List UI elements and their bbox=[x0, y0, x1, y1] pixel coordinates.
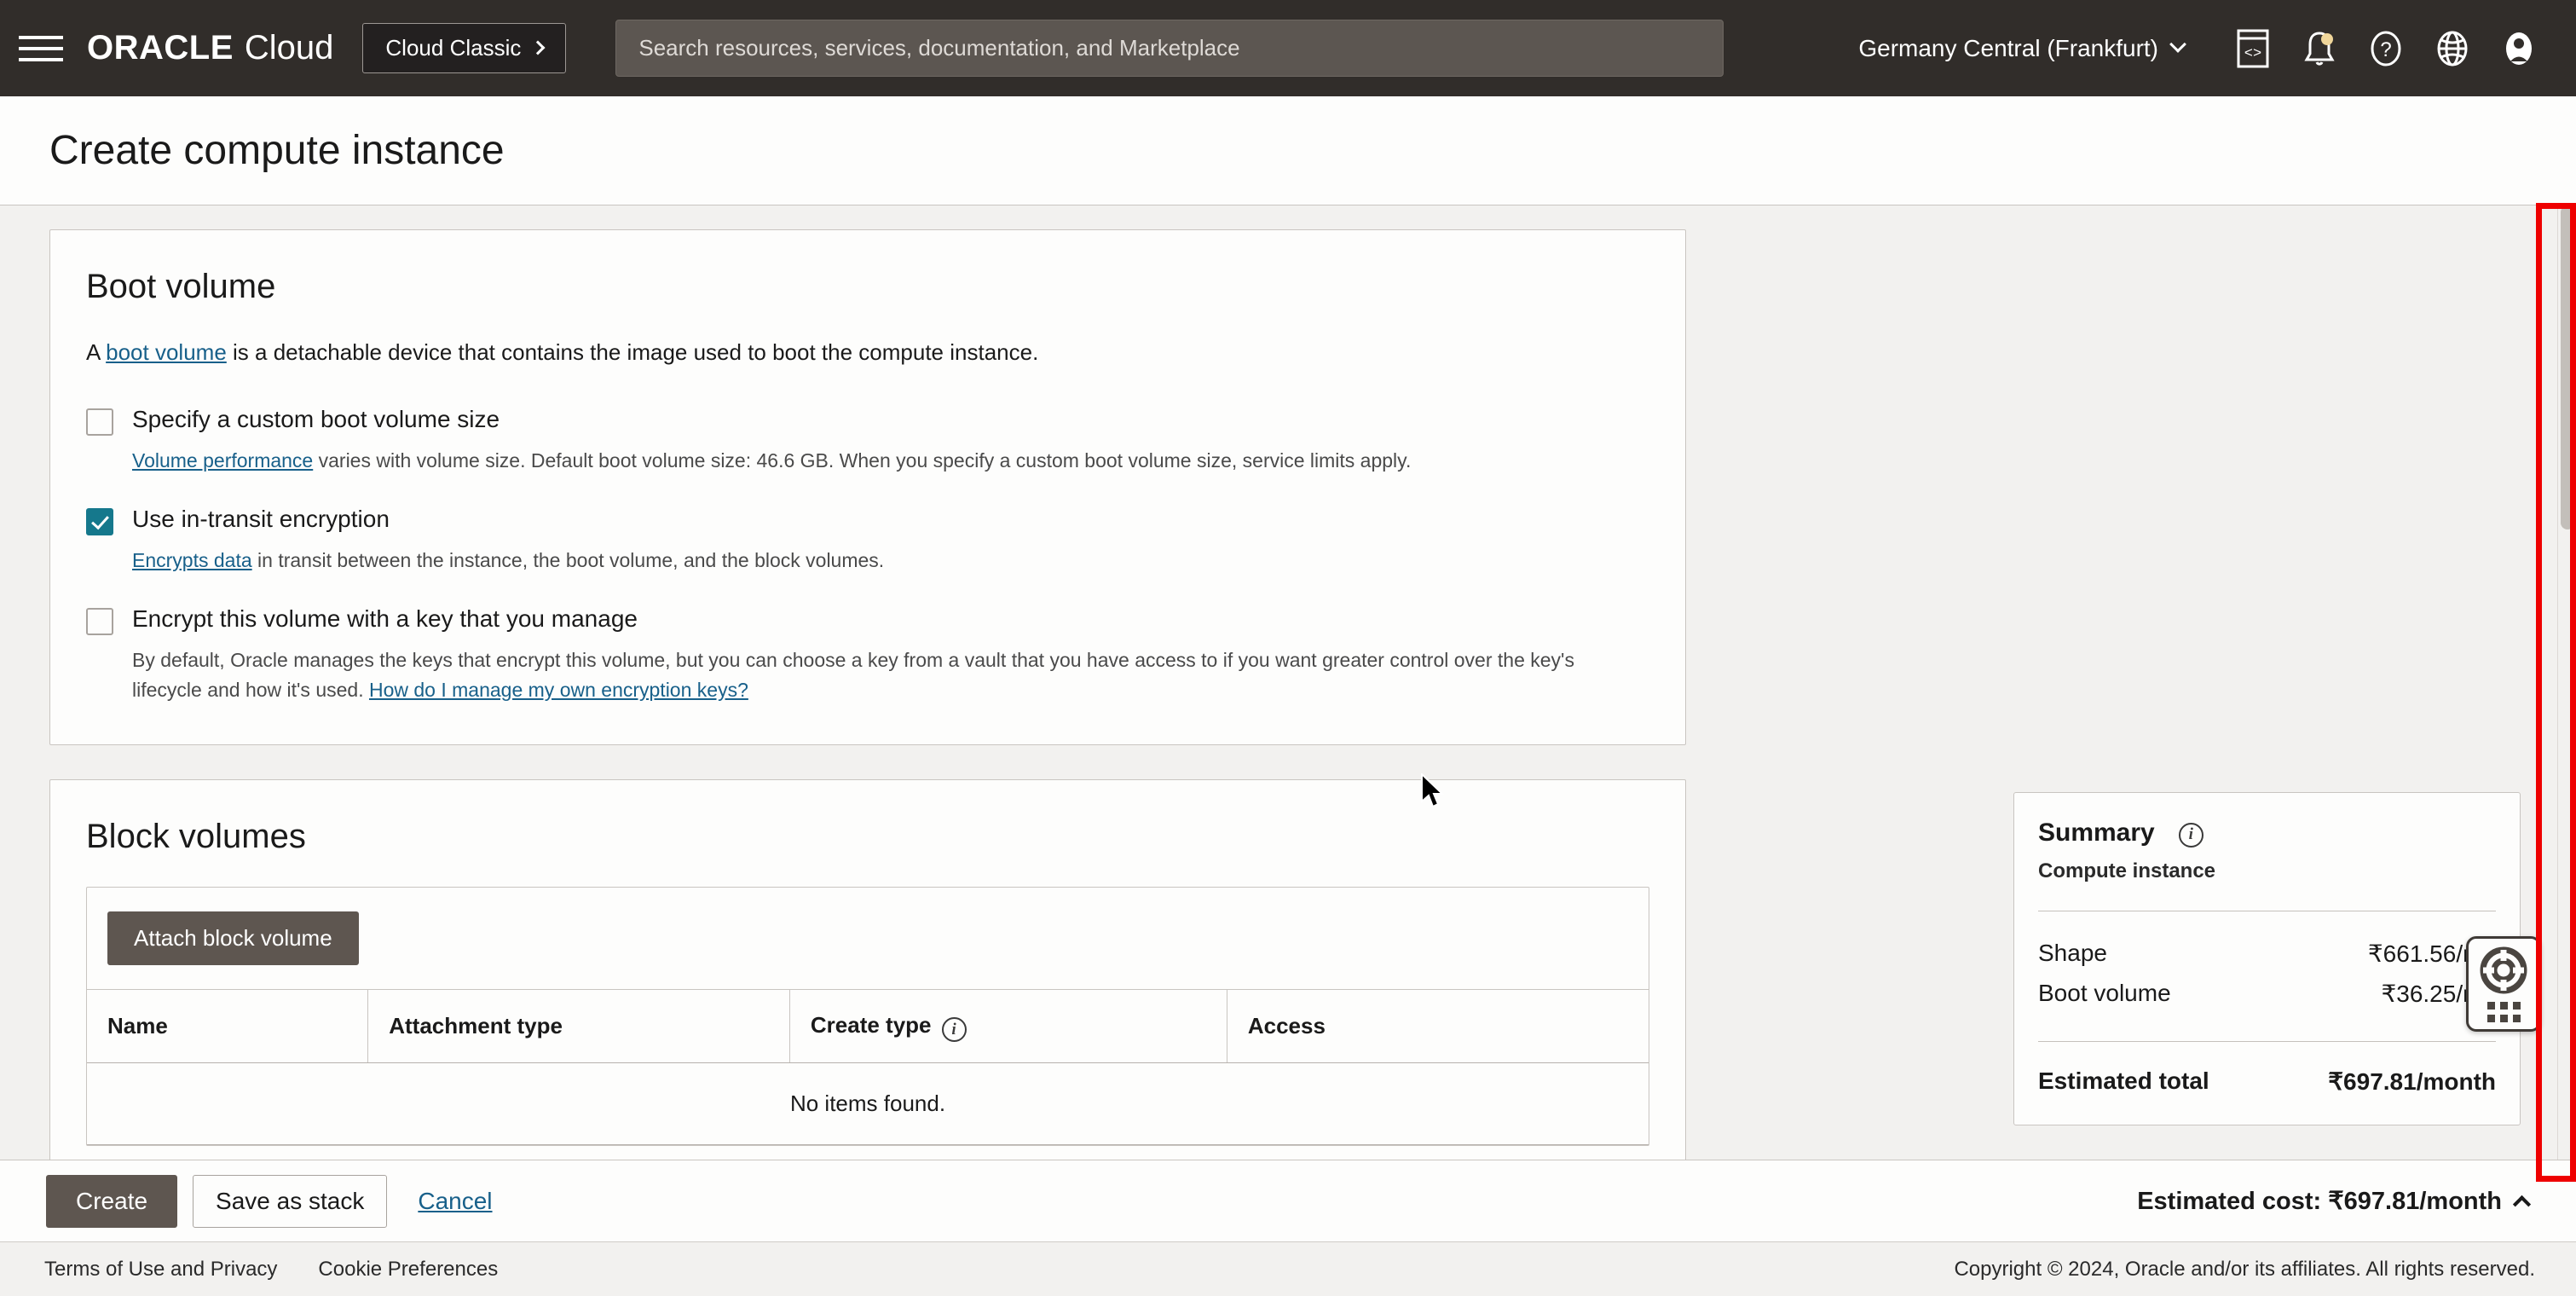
label-in-transit-encryption: Use in-transit encryption bbox=[132, 505, 390, 534]
column-header-name: Name bbox=[87, 989, 368, 1063]
form-content-column: Boot volume A boot volume is a detachabl… bbox=[49, 229, 1686, 1160]
desc-text-2: By default, Oracle manages the keys that… bbox=[132, 649, 1574, 701]
volume-performance-link[interactable]: Volume performance bbox=[132, 449, 313, 472]
brand-oracle-text: ORACLE bbox=[87, 29, 234, 67]
block-volumes-table-wrap: Attach block volume Name Attachment type… bbox=[86, 887, 1649, 1147]
region-selector[interactable]: Germany Central (Frankfurt) bbox=[1858, 35, 2184, 62]
summary-total-value: ₹697.81/month bbox=[2328, 1067, 2496, 1096]
page-scrollbar-track[interactable] bbox=[2557, 205, 2576, 1160]
desc-text-1: in transit between the instance, the boo… bbox=[252, 549, 885, 571]
table-header-row: Name Attachment type Create type i Access bbox=[87, 989, 1649, 1063]
cancel-link[interactable]: Cancel bbox=[418, 1188, 492, 1215]
lede-pre: A bbox=[86, 339, 106, 365]
global-header: ORACLE Cloud Cloud Classic Germany Centr… bbox=[0, 0, 2576, 96]
desc-customer-managed-key: By default, Oracle manages the keys that… bbox=[132, 645, 1649, 705]
page-header: Create compute instance bbox=[0, 96, 2576, 205]
region-label: Germany Central (Frankfurt) bbox=[1858, 35, 2158, 62]
global-search[interactable] bbox=[615, 20, 1724, 77]
boot-volume-description: A boot volume is a detachable device tha… bbox=[86, 337, 1649, 369]
column-header-create-type: Create type i bbox=[789, 989, 1227, 1063]
estimated-cost-label: Estimated cost: ₹697.81/month bbox=[2137, 1186, 2502, 1216]
summary-heading: Summary bbox=[2038, 819, 2155, 848]
hamburger-menu-icon[interactable] bbox=[19, 32, 63, 66]
life-preserver-icon bbox=[2479, 946, 2528, 995]
svg-text:<>: <> bbox=[2244, 46, 2261, 62]
label-custom-boot-volume-size: Specify a custom boot volume size bbox=[132, 405, 500, 434]
summary-total-label: Estimated total bbox=[2038, 1067, 2209, 1096]
header-actions: Germany Central (Frankfurt) <> ? bbox=[1858, 15, 2552, 82]
table-empty-row: No items found. bbox=[87, 1063, 1649, 1145]
option-custom-boot-volume-size: Specify a custom boot volume size Volume… bbox=[86, 405, 1649, 476]
help-question-icon[interactable]: ? bbox=[2353, 15, 2419, 82]
desc-text-0: varies with volume size. Default boot vo… bbox=[313, 449, 1411, 472]
user-profile-avatar-icon[interactable] bbox=[2486, 15, 2552, 82]
form-action-bar: Create Save as stack Cancel Estimated co… bbox=[0, 1160, 2576, 1241]
footer-links: Terms of Use and Privacy Cookie Preferen… bbox=[44, 1258, 498, 1282]
cookie-preferences-link[interactable]: Cookie Preferences bbox=[318, 1258, 498, 1282]
summary-subtitle: Compute instance bbox=[2038, 859, 2496, 883]
notifications-bell-icon[interactable] bbox=[2286, 15, 2353, 82]
brand-cloud-text: Cloud bbox=[245, 29, 334, 67]
chevron-right-icon bbox=[531, 40, 546, 55]
manage-encryption-keys-link[interactable]: How do I manage my own encryption keys? bbox=[369, 679, 748, 701]
language-globe-icon[interactable] bbox=[2419, 15, 2486, 82]
cloud-classic-button[interactable]: Cloud Classic bbox=[362, 23, 566, 73]
chevron-up-icon bbox=[2513, 1195, 2531, 1213]
column-header-attachment-type: Attachment type bbox=[368, 989, 790, 1063]
boot-volume-link[interactable]: boot volume bbox=[106, 339, 227, 365]
boot-volume-card: Boot volume A boot volume is a detachabl… bbox=[49, 229, 1686, 745]
copyright-text: Copyright © 2024, Oracle and/or its affi… bbox=[1954, 1258, 2535, 1282]
drag-dots-handle[interactable] bbox=[2487, 1002, 2521, 1022]
lede-post: is a detachable device that contains the… bbox=[227, 339, 1039, 365]
summary-row-boot-volume: Boot volume ₹36.25/mo bbox=[2038, 974, 2496, 1014]
summary-row-boot-volume-label: Boot volume bbox=[2038, 980, 2171, 1008]
label-customer-managed-key: Encrypt this volume with a key that you … bbox=[132, 605, 638, 634]
option-customer-managed-key: Encrypt this volume with a key that you … bbox=[86, 605, 1649, 705]
checkbox-in-transit-encryption[interactable] bbox=[86, 508, 113, 535]
column-header-access: Access bbox=[1227, 989, 1649, 1063]
checkbox-customer-managed-key[interactable] bbox=[86, 608, 113, 635]
floating-help-widget[interactable] bbox=[2466, 936, 2541, 1032]
empty-message: No items found. bbox=[87, 1063, 1649, 1145]
block-volumes-table: Name Attachment type Create type i Access… bbox=[87, 989, 1649, 1146]
summary-panel: Summary i Compute instance Shape ₹661.56… bbox=[2013, 792, 2521, 1125]
checkbox-custom-boot-volume-size[interactable] bbox=[86, 408, 113, 436]
encrypts-data-link[interactable]: Encrypts data bbox=[132, 549, 252, 571]
terms-of-use-link[interactable]: Terms of Use and Privacy bbox=[44, 1258, 277, 1282]
attach-block-volume-button[interactable]: Attach block volume bbox=[107, 911, 359, 965]
cloud-shell-icon[interactable]: <> bbox=[2220, 15, 2286, 82]
search-input[interactable] bbox=[616, 20, 1723, 76]
summary-info-icon[interactable]: i bbox=[2179, 823, 2203, 848]
oracle-cloud-logo[interactable]: ORACLE Cloud bbox=[87, 29, 333, 67]
block-volumes-title: Block volumes bbox=[86, 818, 1649, 856]
svg-text:?: ? bbox=[2380, 38, 2391, 61]
page-scrollbar-thumb[interactable] bbox=[2561, 205, 2574, 529]
desc-custom-boot-volume-size: Volume performance varies with volume si… bbox=[132, 446, 1649, 476]
create-button[interactable]: Create bbox=[46, 1175, 177, 1228]
summary-divider-bottom bbox=[2038, 1041, 2496, 1042]
summary-total-row: Estimated total ₹697.81/month bbox=[2038, 1064, 2496, 1096]
save-as-stack-button[interactable]: Save as stack bbox=[193, 1175, 387, 1228]
page-title: Create compute instance bbox=[49, 127, 505, 174]
desc-in-transit-encryption: Encrypts data in transit between the ins… bbox=[132, 546, 1649, 576]
page-body: Boot volume A boot volume is a detachabl… bbox=[0, 205, 2576, 1160]
estimated-cost-toggle[interactable]: Estimated cost: ₹697.81/month bbox=[2137, 1186, 2528, 1216]
info-icon[interactable]: i bbox=[942, 1017, 967, 1042]
block-volumes-toolbar: Attach block volume bbox=[87, 888, 1649, 989]
summary-row-shape: Shape ₹661.56/mo bbox=[2038, 934, 2496, 974]
summary-heading-row: Summary i bbox=[2038, 819, 2496, 848]
block-volumes-card: Block volumes Attach block volume Name A… bbox=[49, 779, 1686, 1160]
boot-volume-title: Boot volume bbox=[86, 268, 1649, 306]
page-footer: Terms of Use and Privacy Cookie Preferen… bbox=[0, 1241, 2576, 1296]
option-in-transit-encryption: Use in-transit encryption Encrypts data … bbox=[86, 505, 1649, 576]
chevron-down-icon bbox=[2169, 36, 2186, 53]
summary-row-shape-label: Shape bbox=[2038, 940, 2107, 968]
cloud-classic-label: Cloud Classic bbox=[385, 35, 521, 61]
create-type-text: Create type bbox=[811, 1012, 932, 1038]
